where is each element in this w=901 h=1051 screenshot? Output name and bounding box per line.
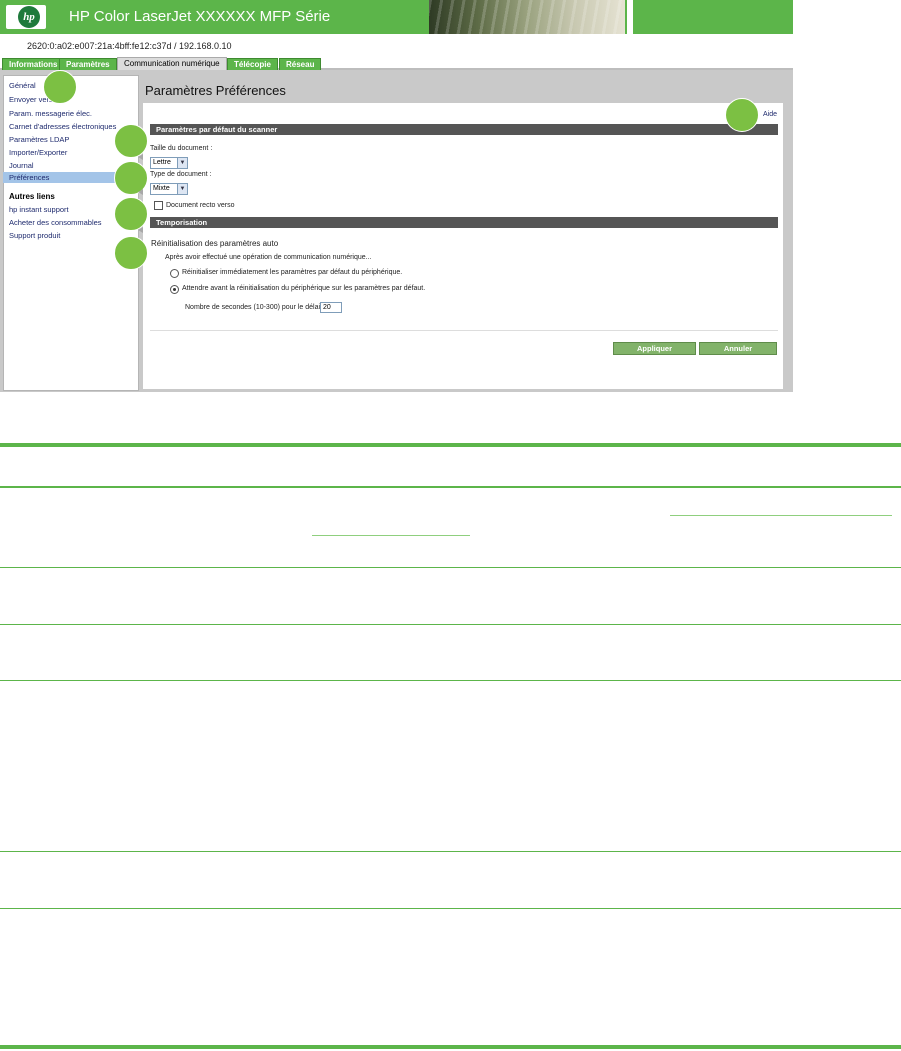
table-row-divider [0, 851, 901, 852]
table-row-divider [0, 486, 901, 488]
link-hp-instant-support[interactable]: hp instant support [9, 205, 69, 214]
radio-reset-wait[interactable] [170, 285, 179, 294]
table-bottom-rule [0, 1045, 901, 1049]
radio-reset-immediate[interactable] [170, 269, 179, 278]
sidebar-item-preferences[interactable]: Préférences [3, 172, 115, 183]
tab-communication-numerique[interactable]: Communication numérique [117, 57, 227, 70]
scanner-defaults-title: Paramètres par défaut du scanner [156, 125, 278, 134]
link-underline [670, 515, 892, 516]
table-top-rule [0, 443, 901, 447]
radio-reset-wait-label: Attendre avant la réinitialisation du pé… [182, 285, 426, 292]
sidebar-item-ldap[interactable]: Paramètres LDAP [9, 135, 69, 144]
duplex-label: Document recto verso [166, 202, 235, 209]
auto-reset-subtitle: Réinitialisation des paramètres auto [151, 239, 279, 248]
sidebar-item-carnet-adresses[interactable]: Carnet d'adresses électroniques [9, 122, 116, 131]
apply-button[interactable]: Appliquer [613, 342, 696, 355]
callout-marker [114, 197, 148, 231]
header-photo-gap [627, 0, 633, 34]
other-links-title: Autres liens [9, 192, 55, 201]
doc-size-label: Taille du document : [150, 145, 213, 152]
hp-logo: hp [6, 5, 46, 29]
doc-size-value: Lettre [153, 159, 171, 166]
callout-pointer [138, 154, 143, 160]
tab-telecopie[interactable]: Télécopie [227, 58, 278, 70]
tab-informations[interactable]: Informations [2, 58, 65, 70]
doc-size-select[interactable]: Lettre ▼ [150, 157, 188, 169]
callout-pointer [138, 189, 143, 195]
table-row-divider [0, 680, 901, 681]
callout-marker [43, 70, 77, 104]
hp-logo-icon: hp [18, 6, 40, 28]
tab-parametres[interactable]: Paramètres [59, 58, 117, 70]
doc-type-select[interactable]: Mixte ▼ [150, 183, 188, 195]
seconds-label: Nombre de secondes (10-300) pour le déla… [185, 304, 324, 311]
timeout-title: Temporisation [156, 218, 208, 227]
auto-reset-intro: Après avoir effectué une opération de co… [165, 254, 372, 261]
sidebar-item-journal[interactable]: Journal [9, 161, 34, 170]
sidebar-item-general[interactable]: Général [9, 81, 36, 90]
scanner-defaults-header: Paramètres par défaut du scanner [150, 124, 778, 135]
timeout-header: Temporisation [150, 217, 778, 228]
link-support-produit[interactable]: Support produit [9, 231, 60, 240]
table-row-divider [0, 908, 901, 909]
chevron-down-icon: ▼ [177, 184, 187, 194]
radio-reset-immediate-label: Réinitialiser immédiatement les paramètr… [182, 269, 403, 276]
callout-marker [114, 124, 148, 158]
link-acheter-consommables[interactable]: Acheter des consommables [9, 218, 102, 227]
doc-type-label: Type de document : [150, 171, 212, 178]
page-title: Paramètres Préférences [145, 83, 286, 98]
cancel-button[interactable]: Annuler [699, 342, 777, 355]
sidebar-item-importer-exporter[interactable]: Importer/Exporter [9, 148, 67, 157]
callout-marker [114, 236, 148, 270]
link-underline [312, 535, 470, 536]
help-link[interactable]: Aide [763, 111, 777, 118]
table-row-divider [0, 567, 901, 568]
sidebar-item-messagerie[interactable]: Param. messagerie élec. [9, 109, 92, 118]
table-row-divider [0, 624, 901, 625]
header-photo [429, 0, 625, 34]
device-address: 2620:0:a02:e007:21a:4bff:fe12:c37d / 192… [27, 41, 232, 51]
duplex-checkbox[interactable] [154, 201, 163, 210]
tab-reseau[interactable]: Réseau [279, 58, 322, 70]
product-title: HP Color LaserJet XXXXXX MFP Série [69, 8, 331, 25]
doc-type-value: Mixte [153, 185, 170, 192]
form-divider [150, 330, 778, 331]
callout-pointer [138, 227, 143, 233]
seconds-input[interactable]: 20 [320, 302, 342, 313]
callout-marker [725, 98, 759, 132]
chevron-down-icon: ▼ [177, 158, 187, 168]
